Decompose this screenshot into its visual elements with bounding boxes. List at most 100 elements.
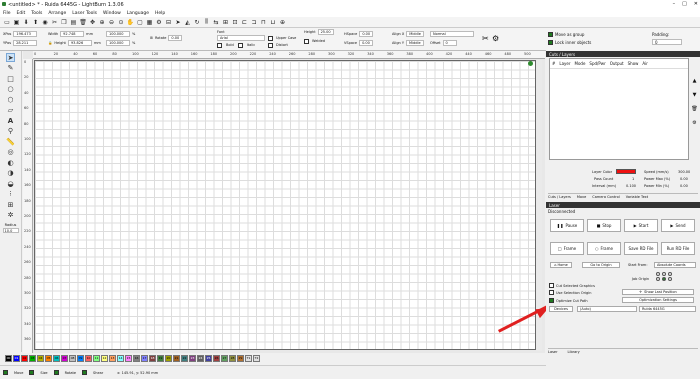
settings-icon[interactable]: ⚙ — [155, 18, 163, 26]
palette-swatch[interactable]: 14 — [117, 354, 124, 362]
zoom-fit-icon[interactable]: ⊙ — [117, 18, 125, 26]
radius-input[interactable]: 10.0 — [2, 228, 19, 233]
palette-swatch[interactable]: T1 — [245, 354, 252, 362]
palette-swatch[interactable]: 29 — [237, 354, 244, 362]
power-max-value[interactable]: 0.00 — [680, 177, 688, 181]
interval-value[interactable]: 0.100 — [626, 184, 636, 188]
menu-edit[interactable]: Edit — [17, 11, 26, 16]
ellipse-icon[interactable]: ○ — [6, 85, 15, 94]
palette-swatch[interactable]: 26 — [213, 354, 220, 362]
palette-swatch[interactable]: 23 — [189, 354, 196, 362]
layer-settings-icon[interactable]: ⚙ — [692, 120, 696, 126]
scissors-icon[interactable]: ✂ — [482, 34, 489, 43]
align-bottom-icon[interactable]: ⊔ — [269, 18, 277, 26]
align-icon[interactable]: ⊟ — [165, 18, 173, 26]
upper-case-checkbox[interactable] — [268, 35, 273, 41]
xpos-input[interactable]: 196.473 — [13, 31, 38, 37]
menu-arrange[interactable]: Arrange — [48, 11, 66, 16]
radial-array-icon[interactable]: ✲ — [6, 211, 15, 220]
palette-swatch[interactable]: 15 — [125, 354, 132, 362]
palette-swatch[interactable]: 02 — [21, 354, 28, 362]
port-select[interactable]: (Auto) — [577, 306, 637, 312]
subtract-icon[interactable]: ◒ — [6, 179, 15, 188]
menu-window[interactable]: Window — [103, 11, 121, 16]
menu-tools[interactable]: Tools — [31, 11, 42, 16]
center-icon[interactable]: ⊕ — [279, 18, 287, 26]
power-min-value[interactable]: 0.00 — [680, 184, 688, 188]
palette-swatch[interactable]: 08 — [69, 354, 76, 362]
group-icon[interactable]: ⊞ — [222, 18, 230, 26]
mirror-icon[interactable]: ◭ — [184, 18, 192, 26]
rectangle-icon[interactable]: □ — [6, 74, 15, 83]
show-last-position-button[interactable]: ✛ Show Last Position — [622, 289, 694, 295]
move-layer-down-icon[interactable]: ▼ — [693, 92, 697, 98]
palette-swatch[interactable]: 11 — [93, 354, 100, 362]
distribute-icon[interactable]: ⫼ — [203, 18, 211, 26]
tab-camera-control[interactable]: Camera Control — [592, 195, 620, 199]
palette-swatch[interactable]: 05 — [45, 354, 52, 362]
speed-value[interactable]: 300.00 — [678, 170, 690, 174]
trace-icon[interactable]: ▦ — [146, 18, 154, 26]
palette-swatch[interactable]: 07 — [61, 354, 68, 362]
shear-checkbox[interactable] — [82, 370, 88, 375]
send-icon[interactable]: ➤ — [174, 18, 182, 26]
pan-icon[interactable]: ✋ — [127, 18, 135, 26]
monitor-icon[interactable]: ▢ — [136, 18, 144, 26]
cut-icon[interactable]: ✂ — [51, 18, 59, 26]
origin-tl-radio[interactable] — [656, 272, 660, 276]
go-to-origin-button[interactable]: Go to Origin — [582, 262, 620, 268]
move-layer-up-icon[interactable]: ▲ — [693, 78, 697, 84]
tab-library[interactable]: Library — [568, 350, 580, 354]
palette-swatch[interactable]: 16 — [133, 354, 140, 362]
palette-swatch[interactable]: 06 — [53, 354, 60, 362]
select-icon[interactable]: ➤ — [6, 53, 15, 62]
move-as-group-checkbox[interactable] — [548, 32, 553, 37]
origin-tc-radio[interactable] — [662, 272, 666, 276]
frame-circle-button[interactable]: ○ Frame — [587, 242, 621, 255]
job-origin-grid[interactable] — [656, 272, 673, 281]
align-top-icon[interactable]: ⊓ — [260, 18, 268, 26]
grid-array-icon[interactable]: ⊞ — [6, 200, 15, 209]
rotate-input[interactable]: 0.00 — [168, 35, 183, 41]
send-button[interactable]: ▶ Send — [661, 219, 695, 232]
italic-checkbox[interactable] — [237, 42, 243, 48]
run-rd-file-button[interactable]: Run RD File — [661, 242, 695, 255]
paste-icon[interactable]: ▤ — [70, 18, 78, 26]
tab-variable-text[interactable]: Variable Text — [626, 195, 648, 199]
menu-file[interactable]: File — [3, 11, 11, 16]
polygon-icon[interactable]: ⬡ — [6, 95, 15, 104]
array-icon[interactable]: ⁝ — [6, 190, 15, 199]
palette-swatch[interactable]: 12 — [101, 354, 108, 362]
vspace-input[interactable]: 0.00 — [359, 40, 374, 46]
optimize-cut-path-checkbox[interactable] — [549, 298, 554, 303]
palette-swatch[interactable]: 10 — [85, 354, 92, 362]
origin-mc-radio[interactable] — [662, 277, 666, 281]
lock-icon[interactable]: 🔒 — [48, 41, 52, 45]
palette-swatch[interactable]: 13 — [109, 354, 116, 362]
zoom-in-icon[interactable]: ⊕ — [98, 18, 106, 26]
offset-icon[interactable]: ◎ — [6, 148, 15, 157]
font-select[interactable]: Arial — [217, 35, 265, 41]
palette-swatch[interactable]: 24 — [197, 354, 204, 362]
position-laser-icon[interactable]: ⚲ — [6, 127, 15, 136]
align-right-icon[interactable]: ⊐ — [250, 18, 258, 26]
origin-tr-radio[interactable] — [668, 272, 672, 276]
palette-swatch[interactable]: 09 — [77, 354, 84, 362]
tab-move[interactable]: Move — [577, 195, 586, 199]
align-left-icon[interactable]: ⊏ — [241, 18, 249, 26]
scale-y-input[interactable]: 100.000 — [106, 40, 130, 46]
cuts-table[interactable]: # Layer Mode Spd/Pwr Output Show Air — [549, 58, 689, 160]
rotate-icon[interactable]: ↻ — [193, 18, 201, 26]
tab-cuts-layers[interactable]: Cuts / Layers — [548, 195, 571, 199]
open-icon[interactable]: ▭ — [3, 18, 11, 26]
align-x-select[interactable]: Middle — [406, 31, 425, 37]
palette-swatch[interactable]: 18 — [149, 354, 156, 362]
weld-icon[interactable]: ◑ — [6, 169, 15, 178]
menu-language[interactable]: Language — [127, 11, 149, 16]
palette-swatch[interactable]: 21 — [173, 354, 180, 362]
menu-help[interactable]: Help — [155, 11, 165, 16]
text-height-input[interactable]: 25.00 — [317, 29, 334, 35]
height-input[interactable]: 93.826 — [67, 40, 92, 46]
rotate-checkbox[interactable] — [53, 370, 59, 375]
align-y-select[interactable]: Middle — [406, 40, 425, 46]
